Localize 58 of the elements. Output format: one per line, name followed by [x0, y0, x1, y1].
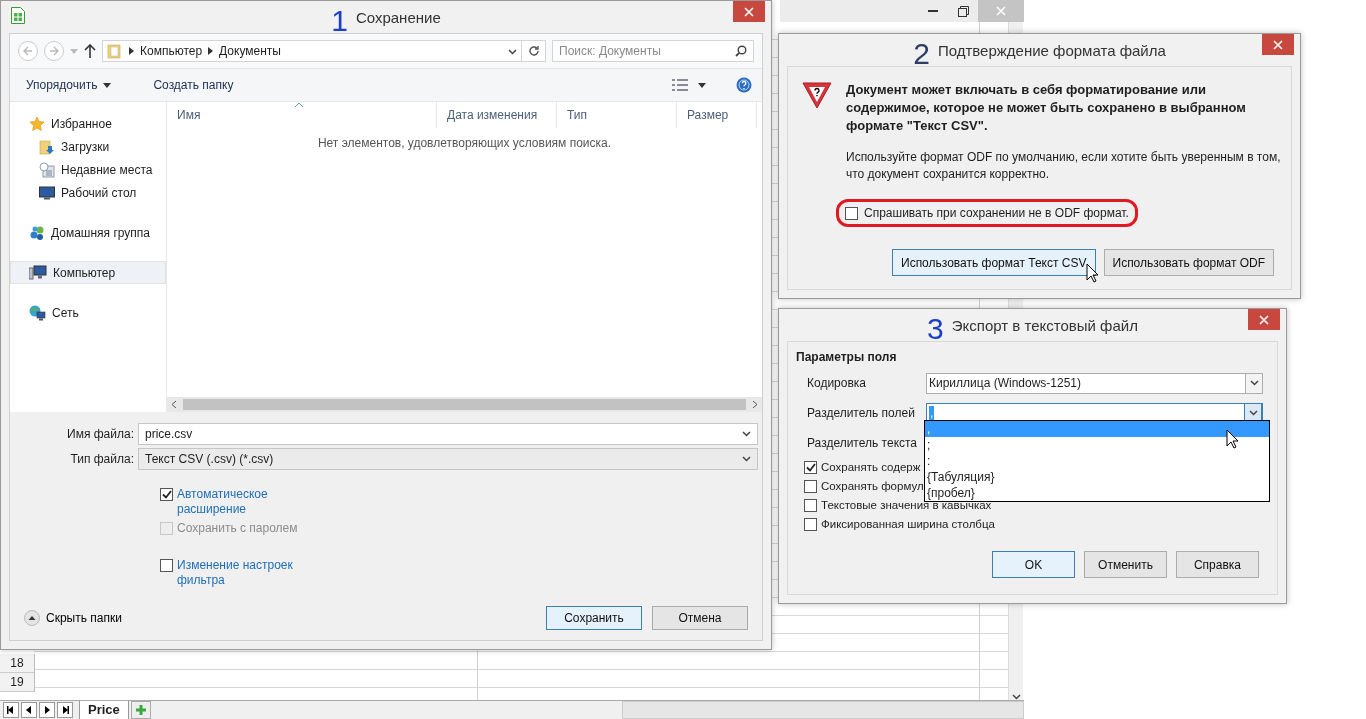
- file-type-dropdown[interactable]: Текст CSV (.csv) (*.csv): [138, 448, 758, 470]
- column-header[interactable]: Дата изменения: [437, 102, 557, 128]
- cancel-button[interactable]: Отменить: [1084, 551, 1167, 578]
- step-number: 2: [913, 39, 930, 69]
- checkbox-label: Сохранять формул: [821, 480, 924, 492]
- nav-item[interactable]: Домашняя группа: [10, 221, 166, 244]
- nav-item[interactable]: Сеть: [10, 301, 166, 324]
- warning-message: Документ может включать в себя форматирование или содержимое, которое не может быть сохранено в выбранном формате "Текст CSV".: [846, 81, 1247, 135]
- new-folder-button[interactable]: Создать папку: [147, 76, 240, 94]
- field-label: Кодировка: [807, 376, 866, 390]
- nav-item[interactable]: Недавние места: [10, 158, 166, 181]
- cancel-button[interactable]: Отмена: [652, 606, 748, 630]
- column-header[interactable]: Имя: [167, 102, 437, 128]
- field-label: Разделитель полей: [807, 406, 915, 420]
- field-label: Разделитель текста: [807, 436, 918, 450]
- empty-message: Нет элементов, удовлетворяющих условиям поиска.: [317, 136, 612, 150]
- window-title: Экспорт в текстовый файл: [951, 316, 1138, 334]
- checkbox-label: Фиксированная ширина столбца: [821, 518, 995, 530]
- ok-button[interactable]: OK: [992, 551, 1075, 578]
- checkbox-label: Спрашивать при сохранении не в ODF формат.: [864, 206, 1129, 220]
- dropdown[interactable]: Кириллица (Windows-1251): [926, 372, 1263, 394]
- checkbox-label: Сохранить с паролем: [177, 521, 298, 536]
- use-csv-button[interactable]: Использовать формат Текст CSV: [892, 249, 1096, 276]
- column-header[interactable]: Размер: [677, 102, 757, 128]
- file-name-field[interactable]: price.csv: [138, 423, 758, 445]
- field-label: Тип файла:: [69, 452, 134, 466]
- help-button[interactable]: Справка: [1176, 551, 1259, 578]
- section-title: Параметры поля: [796, 350, 898, 364]
- step-number: 3: [927, 314, 944, 344]
- hide-folders-button[interactable]: Скрыть папки: [18, 609, 128, 627]
- field-label: Имя файла:: [66, 427, 134, 441]
- dropdown-option[interactable]: ;: [925, 437, 1269, 453]
- nav-item[interactable]: Загрузки: [10, 135, 166, 158]
- dropdown-option[interactable]: :: [925, 453, 1269, 469]
- window-title: Подтверждение формата файла: [937, 41, 1166, 59]
- note-text: Используйте формат ODF по умолчанию, если хотите быть уверенным в том, что документ сохранится корректно.: [846, 149, 1282, 183]
- step-number: 1: [331, 6, 348, 36]
- column-header[interactable]: Тип: [557, 102, 677, 128]
- save-button[interactable]: Сохранить: [546, 606, 642, 630]
- checkbox-label: Текстовые значения в кавычках: [821, 499, 992, 511]
- dropdown-option[interactable]: {пробел}: [925, 485, 1269, 501]
- row-number: 18: [0, 654, 34, 673]
- use-odf-button[interactable]: Использовать формат ODF: [1103, 249, 1275, 276]
- nav-item[interactable]: Компьютер: [10, 261, 166, 284]
- nav-item[interactable]: Избранное: [10, 112, 166, 135]
- checkbox-label: Изменение настроек фильтра: [177, 558, 294, 588]
- sheet-tab[interactable]: Price: [79, 700, 129, 719]
- row-number: 19: [0, 673, 34, 692]
- checkbox-label: Сохранять содерж: [821, 461, 921, 473]
- search-field[interactable]: Поиск: Документы: [552, 40, 754, 62]
- checkbox-label: Автоматическое расширение: [177, 487, 269, 517]
- organize-menu-button[interactable]: Упорядочить: [20, 76, 118, 94]
- dropdown-option[interactable]: {Табуляция}: [925, 469, 1269, 485]
- nav-item[interactable]: Рабочий стол: [10, 181, 166, 204]
- window-title: Сохранение: [355, 8, 441, 26]
- breadcrumb-item[interactable]: Компьютер: [140, 44, 203, 58]
- breadcrumb-item[interactable]: Документы: [219, 44, 281, 58]
- address-bar[interactable]: Компьютер Документы: [102, 40, 522, 62]
